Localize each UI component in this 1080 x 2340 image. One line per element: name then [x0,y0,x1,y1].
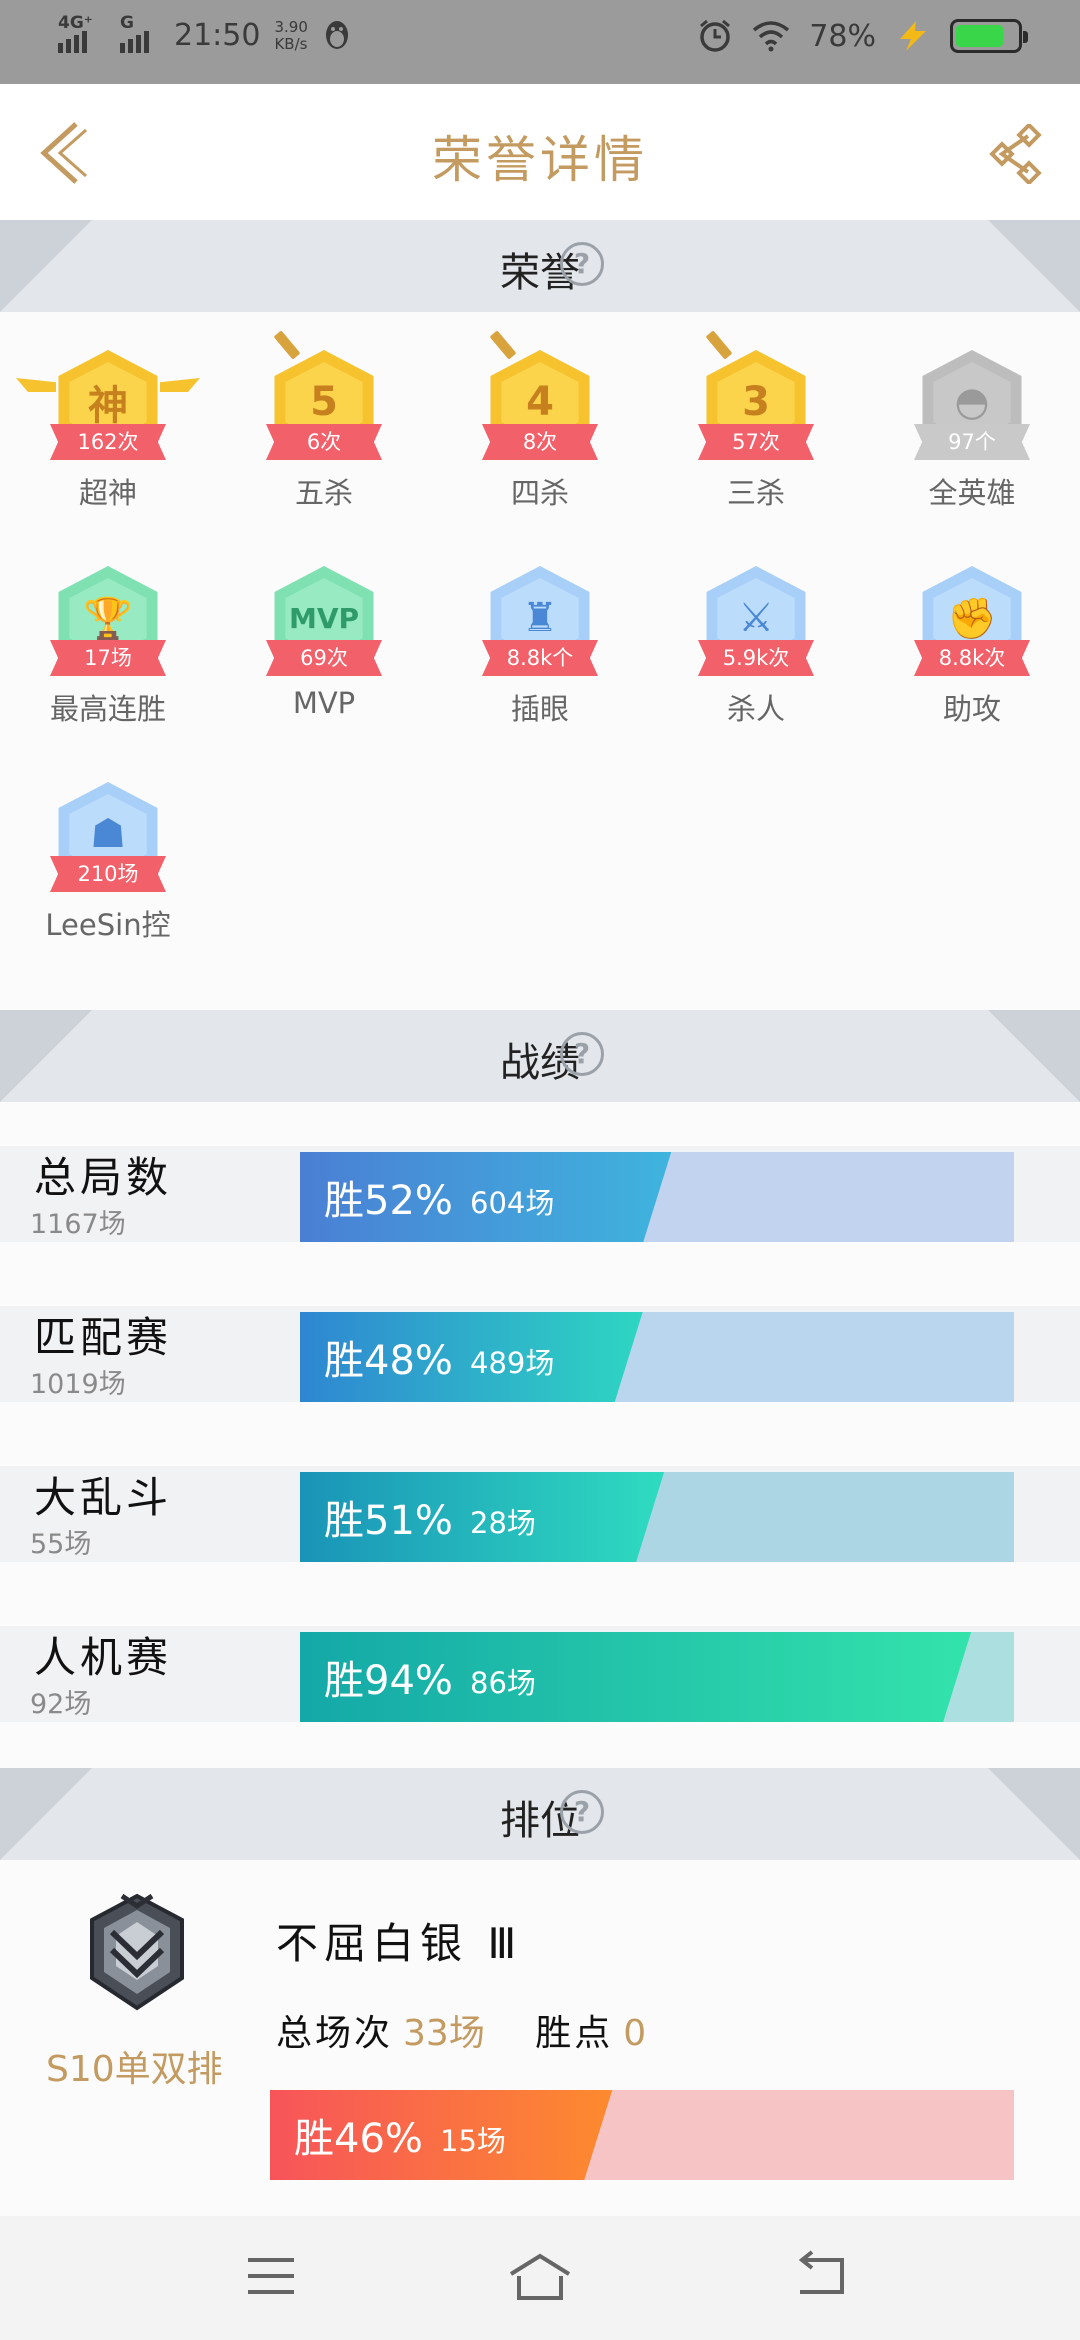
record-total-games: 55场 [30,1529,92,1560]
qq-penguin-icon [325,20,348,49]
rank-stats-line: 总场次 33场 胜点 0 [276,2004,646,2056]
record-row[interactable]: 总局数 1167场 胜52% 604场 [0,1146,1080,1242]
honor-label: 五杀 [294,476,353,510]
sword-icon [705,330,733,360]
record-row[interactable]: 大乱斗 55场 胜51% 28场 [0,1466,1080,1562]
honor-item[interactable]: 4 8次 四杀 [440,330,640,538]
winrate-label: 胜48% [324,1338,453,1384]
total-games-label: 总场次 [276,2013,394,2054]
battery-icon [950,19,1028,53]
sword-icon [489,330,517,360]
section-header-record: 战绩 ? [0,1010,1080,1102]
points-value: 0 [623,2013,647,2054]
honor-item[interactable]: ♜ 8.8k个 插眼 [440,554,640,754]
honor-count: 8次 [482,424,598,460]
section-header-honor: 荣誉 ? [0,220,1080,312]
honor-count: 8.8k次 [914,640,1030,676]
rank-mode-label: S10单双排 [46,2049,223,2090]
help-icon[interactable]: ? [560,1032,604,1076]
honor-label: LeeSin控 [45,908,171,942]
section-title: 战绩 [500,1040,580,1086]
home-icon[interactable] [505,2246,575,2306]
winrate-bar: 胜51% 28场 [300,1472,1014,1562]
honor-count: 69次 [266,640,382,676]
back-icon[interactable] [786,2246,856,2306]
page-title: 荣誉详情 [432,131,648,189]
honor-label: 全英雄 [928,476,1016,510]
menu-icon[interactable] [236,2246,306,2306]
alarm-icon [700,19,731,52]
winrate-label: 胜51% [324,1498,453,1544]
honor-label: 插眼 [510,692,569,726]
honor-label: 三杀 [726,476,785,510]
charging-icon [900,21,926,51]
winrate-bar: 胜52% 604场 [300,1152,1014,1242]
rank-winrate-bar: 胜46% 15场 [270,2090,1014,2180]
honor-count: 162次 [50,424,166,460]
honor-label: 助攻 [942,692,1001,726]
section-title: 排位 [500,1798,580,1844]
honor-item[interactable]: 3 57次 三杀 [656,330,856,538]
honor-item[interactable]: 神 162次 超神 [8,338,208,538]
winrate-label: 胜94% [324,1658,453,1704]
wifi-icon [753,21,790,52]
honor-label: 杀人 [726,692,785,726]
record-total-games: 1167场 [30,1209,126,1240]
clock: 21:50 [174,18,261,53]
honor-count: 5.9k次 [698,640,814,676]
network-speed: 3.90 KB/s [274,17,308,53]
honor-count: 17场 [50,640,166,676]
wins-count: 489场 [470,1346,555,1380]
winrate-bar: 胜48% 489场 [300,1312,1014,1402]
honor-label: 最高连胜 [49,692,166,726]
status-bar: 4G⁺ G 21:50 3.90 KB/s 78% [0,0,1080,84]
rank-badge-icon[interactable] [82,1892,192,2012]
rank-wins-count: 15场 [440,2124,506,2158]
record-row[interactable]: 人机赛 92场 胜94% 86场 [0,1626,1080,1722]
honor-item[interactable]: ⚔ 5.9k次 杀人 [656,554,856,754]
battery-percent: 78% [809,18,876,54]
record-row[interactable]: 匹配赛 1019场 胜48% 489场 [0,1306,1080,1402]
honor-item[interactable]: ◓ 97个 全英雄 [872,338,1072,538]
signal-icon-2: G [120,13,160,53]
honor-label: 四杀 [510,476,569,510]
system-nav-bar [0,2216,1080,2340]
record-mode-name: 人机赛 [34,1633,173,1682]
share-icon[interactable] [988,124,1048,184]
wins-count: 28场 [470,1506,536,1540]
record-mode-name: 大乱斗 [34,1473,173,1522]
honor-count: 97个 [914,424,1030,460]
sword-icon [273,330,301,360]
help-icon[interactable]: ? [560,1790,604,1834]
honor-label: MVP [292,686,356,720]
honor-item[interactable]: 5 6次 五杀 [224,330,424,538]
honor-item[interactable]: ✊ 8.8k次 助攻 [872,554,1072,754]
honor-count: 8.8k个 [482,640,598,676]
top-app-bar: 荣誉详情 [0,84,1080,220]
signal-icon: 4G⁺ [58,13,106,53]
record-total-games: 92场 [30,1689,92,1720]
rank-winrate-label: 胜46% [294,2116,423,2162]
section-header-rank: 排位 ? [0,1768,1080,1860]
winrate-label: 胜52% [324,1178,453,1224]
honor-item[interactable]: MVP 69次 MVP [224,554,424,754]
honor-count: 6次 [266,424,382,460]
points-label: 胜点 [535,2013,614,2054]
winrate-bar: 胜94% 86场 [300,1632,1014,1722]
section-title: 荣誉 [500,250,580,296]
rank-tier: 不屈白银 Ⅲ [276,1919,523,1968]
record-total-games: 1019场 [30,1369,126,1400]
honor-item[interactable]: ☗ 210场 LeeSin控 [8,770,208,970]
help-icon[interactable]: ? [560,242,604,286]
honor-item[interactable]: 🏆 17场 最高连胜 [8,554,208,754]
honor-label: 超神 [78,476,137,510]
honor-count: 210场 [50,856,166,892]
total-games-value: 33场 [403,2013,485,2054]
wins-count: 86场 [470,1666,536,1700]
wins-count: 604场 [470,1186,555,1220]
honor-count: 57次 [698,424,814,460]
record-mode-name: 匹配赛 [34,1313,173,1362]
record-mode-name: 总局数 [34,1153,173,1202]
